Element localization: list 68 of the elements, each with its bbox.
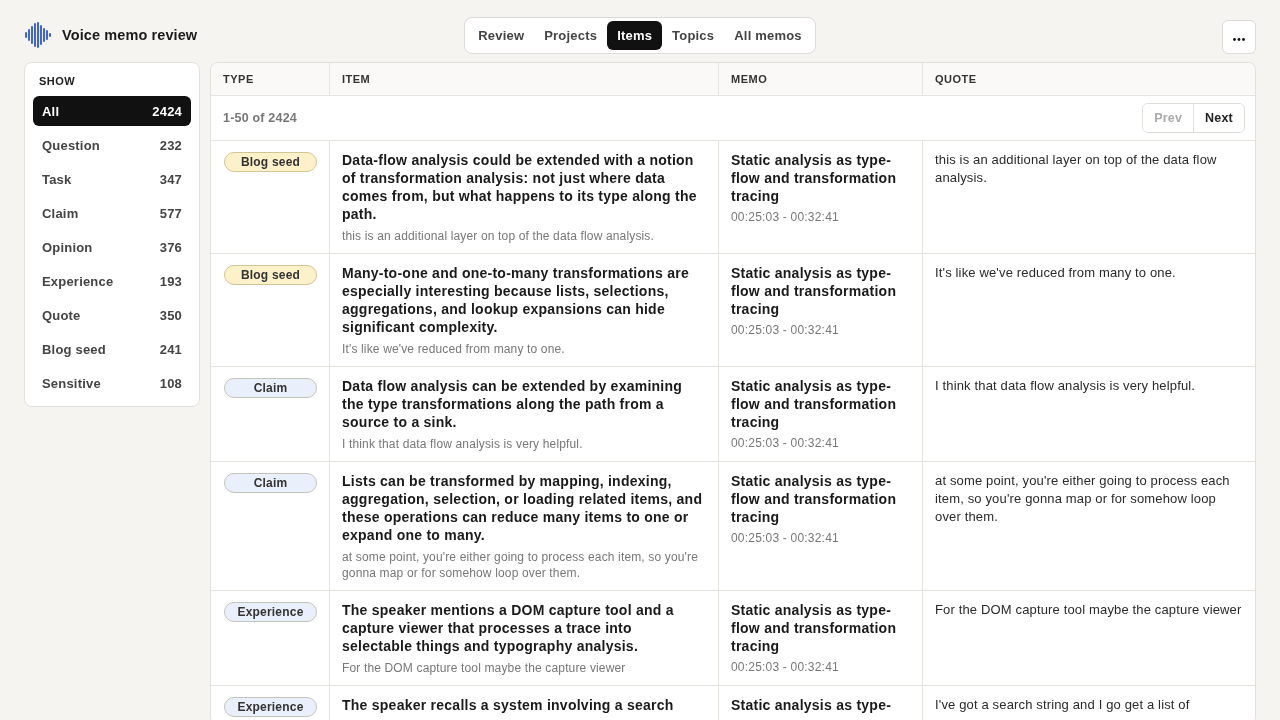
type-tag: Blog seed: [224, 152, 317, 172]
item-count: 232: [159, 137, 182, 153]
item-title: Data-flow analysis could be extended with a notion of transformation analysis: not just where data comes from, but what happens to its type along the path.: [342, 151, 698, 223]
more-icon: [1233, 38, 1245, 41]
item-title: The speaker recalls a system involving a search: [342, 696, 675, 714]
range-label: 1-50 of 2424: [223, 111, 297, 125]
column-header: MEMO: [731, 73, 768, 85]
item-snippet: It's like we've reduced from many to one.: [342, 341, 566, 357]
column-header: TYPE: [223, 73, 254, 85]
type-tag: Claim: [224, 473, 317, 493]
quote-text: at some point, you're either going to process each item, so you're gonna map or for somehow loop over them.: [935, 472, 1231, 526]
filter-item[interactable]: Question 232: [33, 130, 191, 160]
filter-item[interactable]: Task 347: [33, 164, 191, 194]
item-title: Many-to-one and one-to-many transformations are especially interesting because lists, selections, aggregations, and lookup expansions can hide significant complexity.: [342, 264, 690, 336]
filter-item[interactable]: Opinion 376: [33, 232, 191, 262]
item-count: 350: [159, 307, 182, 323]
quote-text: It's like we've reduced from many to one.: [935, 264, 1177, 282]
tab[interactable]: Review: [468, 20, 535, 50]
item-snippet: at some point, you're either going to process each item, so you're gonna map or for somehow loop over them.: [342, 549, 699, 581]
filter-item[interactable]: All 2424: [33, 96, 191, 126]
item-title: The speaker mentions a DOM capture tool and a capture viewer that processes a trace into selectable things and typography analysis.: [342, 601, 675, 655]
type-tag: Experience: [224, 697, 317, 717]
memo-time: 00:25:03 - 00:32:41: [731, 322, 840, 338]
item-count: 2424: [152, 103, 182, 119]
quote-text: For the DOM capture tool maybe the capture viewer: [935, 601, 1243, 619]
memo-title: Static analysis as type-flow and transformation tracing: [731, 377, 898, 431]
item-count: 347: [159, 171, 182, 187]
item-snippet: For the DOM capture tool maybe the capture viewer: [342, 660, 627, 676]
filter-item[interactable]: Experience 193: [33, 266, 191, 296]
tab[interactable]: Projects: [534, 20, 608, 50]
type-tag: Blog seed: [224, 265, 317, 285]
filter-item[interactable]: Claim 577: [33, 198, 191, 228]
memo-title: Static analysis as type-flow and transformation tracing: [731, 264, 898, 318]
filter-item[interactable]: Sensitive 108: [33, 368, 191, 398]
item-snippet: I think that data flow analysis is very helpful.: [342, 436, 584, 452]
type-tag: Experience: [224, 602, 317, 622]
memo-time: 00:25:03 - 00:32:41: [731, 435, 840, 451]
column-header: ITEM: [342, 73, 371, 85]
memo-title: Static analysis as type-: [731, 696, 893, 714]
item-count: 241: [159, 341, 182, 357]
quote-text: I've got a search string and I go get a list of: [935, 696, 1191, 714]
filter-item[interactable]: Blog seed 241: [33, 334, 191, 364]
waveform-icon: [25, 22, 51, 48]
next-button[interactable]: Next: [1193, 104, 1244, 132]
tab[interactable]: Topics: [662, 20, 725, 50]
quote-text: I think that data flow analysis is very helpful.: [935, 377, 1197, 395]
column-header: QUOTE: [935, 73, 977, 85]
memo-title: Static analysis as type-flow and transformation tracing: [731, 151, 898, 205]
memo-time: 00:25:03 - 00:32:41: [731, 530, 840, 546]
more-button[interactable]: [1222, 20, 1256, 54]
type-tag: Claim: [224, 378, 317, 398]
filter-item[interactable]: Quote 350: [33, 300, 191, 330]
memo-title: Static analysis as type-flow and transformation tracing: [731, 472, 898, 526]
memo-title: Static analysis as type-flow and transformation tracing: [731, 601, 898, 655]
item-count: 193: [159, 273, 182, 289]
app-title: Voice memo review: [62, 27, 198, 43]
tab[interactable]: Items: [607, 20, 663, 50]
item-count: 376: [159, 239, 182, 255]
item-count: 577: [159, 205, 182, 221]
item-title: Data flow analysis can be extended by examining the type transformations along the path from a source to a sink.: [342, 377, 684, 431]
tab[interactable]: All memos: [724, 20, 812, 50]
item-title: Lists can be transformed by mapping, indexing, aggregation, selection, or loading related items, and these operations can reduce many items to one or expand one to many.: [342, 472, 704, 544]
quote-text: this is an additional layer on top of the data flow analysis.: [935, 151, 1218, 187]
sidebar-heading: SHOW: [38, 74, 77, 87]
item-count: 108: [159, 375, 182, 391]
memo-time: 00:25:03 - 00:32:41: [731, 659, 840, 675]
memo-time: 00:25:03 - 00:32:41: [731, 209, 840, 225]
item-snippet: this is an additional layer on top of the data flow analysis.: [342, 228, 655, 244]
